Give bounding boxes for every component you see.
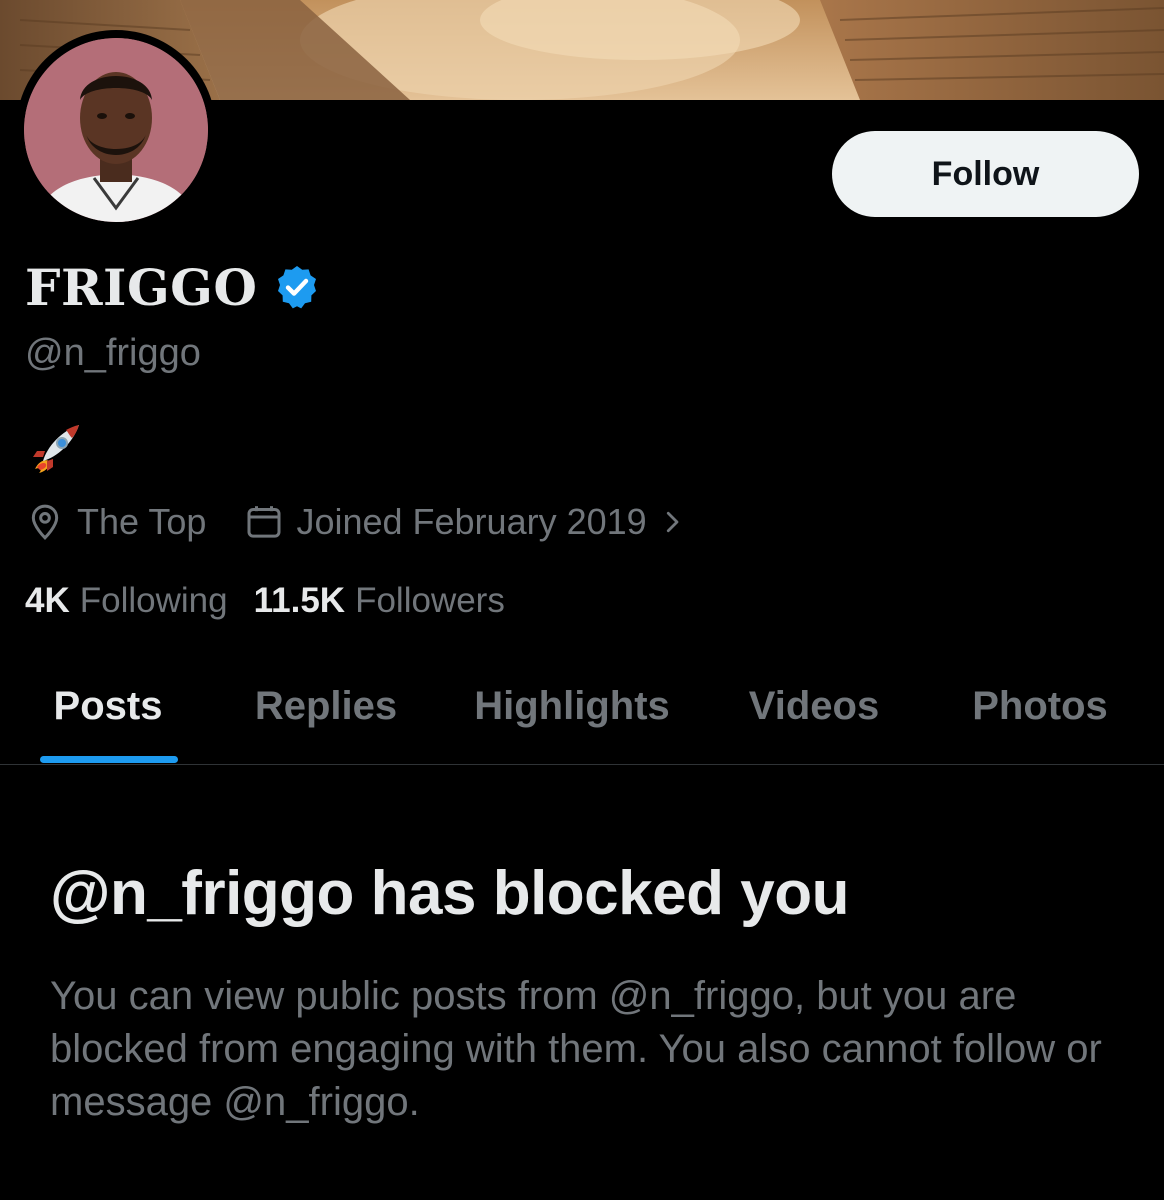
location: The Top [25,501,206,543]
tab-highlights[interactable]: Highlights [436,650,708,762]
profile-handle: @n_friggo [25,332,201,374]
following-label: Following [79,581,228,620]
followers-link[interactable]: 11.5K Followers [254,581,505,621]
profile-name-row: FRIGGO [25,254,321,320]
tab-replies[interactable]: Replies [216,650,436,762]
location-text: The Top [77,501,207,542]
follow-button[interactable]: Follow [832,131,1139,217]
tab-posts[interactable]: Posts [0,650,216,762]
follow-stats: 4K Following 11.5K Followers [25,578,505,624]
join-date-text: Joined February 2019 [296,501,647,542]
location-pin-icon [31,504,59,540]
chevron-right-icon [666,511,679,533]
followers-label: Followers [355,581,505,620]
avatar[interactable] [16,30,216,230]
join-date[interactable]: Joined February 2019 [244,501,698,543]
avatar-photo [24,38,208,222]
blocked-title: @n_friggo has blocked you [50,859,849,928]
profile-tabs: Posts Replies Highlights Videos Photos [0,650,1164,765]
display-name: FRIGGO [25,257,258,317]
following-link[interactable]: 4K Following [25,581,228,621]
calendar-icon [247,506,281,538]
tab-videos[interactable]: Videos [708,650,920,762]
blocked-description: You can view public posts from @n_friggo… [50,974,1102,1124]
tab-photos[interactable]: Photos [920,650,1160,762]
followers-count: 11.5K [253,581,346,620]
active-tab-indicator [40,756,178,763]
rocket-icon [25,421,83,479]
profile-meta: The Top Joined February 2019 [25,496,699,548]
following-count: 4K [25,581,70,620]
verified-badge-icon[interactable] [273,263,321,311]
